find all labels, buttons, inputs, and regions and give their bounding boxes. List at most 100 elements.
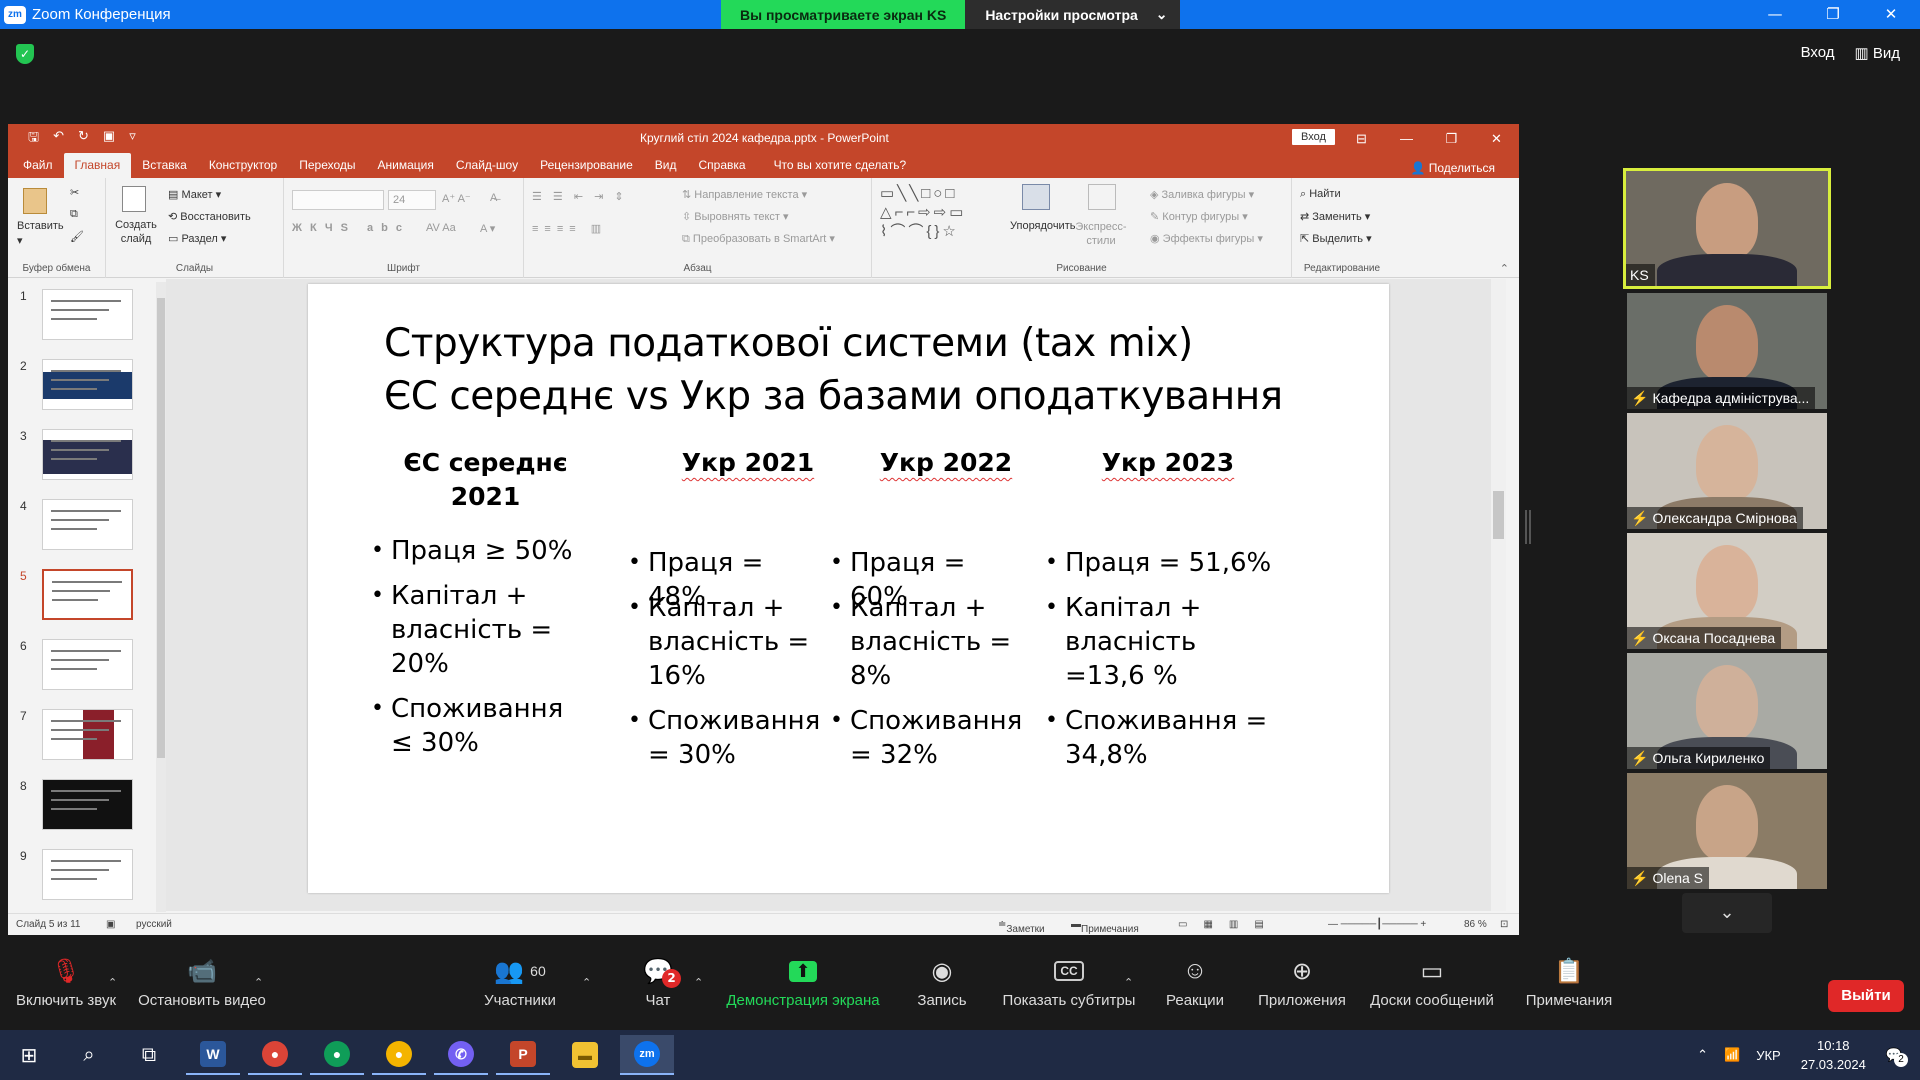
slide-thumbnail[interactable] [42,569,133,620]
restore-icon[interactable]: ❐ [1804,0,1862,29]
leave-meeting-button[interactable]: Выйти [1828,980,1904,1012]
tray-chevron-icon[interactable]: ⌃ [1697,1047,1708,1063]
replace-button[interactable]: ⇄ Заменить ▾ [1300,210,1370,223]
shape-outline-button[interactable]: ✎ Контур фигуры ▾ [1150,210,1248,223]
audio-options-chevron-icon[interactable]: ⌃ [108,976,117,989]
ppt-restore-icon[interactable]: ❐ [1429,124,1474,153]
captions-button[interactable]: CC Показать субтитры [1000,950,1138,1009]
zoom-percent[interactable]: 86 % [1464,919,1487,930]
powerpoint-app-icon[interactable]: P [496,1035,550,1075]
stop-video-button[interactable]: 📹 Остановить видео [136,950,268,1010]
char-spacing-icon[interactable]: AV Aa [426,222,456,234]
chrome-app-icon-3[interactable]: ● [372,1035,426,1075]
ppt-close-icon[interactable]: ✕ [1474,124,1519,153]
share-screen-button[interactable]: ⬆ Демонстрация экрана [722,950,884,1009]
view-settings-button[interactable]: Настройки просмотра ⌄ [965,0,1180,29]
ppt-minimize-icon[interactable]: — [1384,124,1429,153]
redo-icon[interactable]: ↻ [78,128,89,150]
copy-icon[interactable]: ⧉ [70,208,78,221]
ribbon-tab[interactable]: Главная [63,153,132,178]
spellcheck-icon[interactable]: ▣ [106,919,115,930]
security-shield-icon[interactable]: ✓ [16,44,34,64]
apps-button[interactable]: ⊕ Приложения [1254,950,1350,1010]
clear-format-icon[interactable]: A̶ [490,192,497,204]
section-button[interactable]: ▭ Раздел ▾ [168,232,226,245]
thumbnail-scroll-handle[interactable] [157,298,165,758]
slide-scrollbar[interactable] [1491,279,1506,911]
font-name-input[interactable] [292,190,384,210]
collapse-ribbon-icon[interactable]: ⌃ [1500,262,1509,275]
clock[interactable]: 10:18 27.03.2024 [1801,1036,1866,1074]
save-icon[interactable]: 🖫 [28,128,39,150]
captions-options-chevron-icon[interactable]: ⌃ [1124,976,1133,989]
slide-scroll-handle[interactable] [1493,491,1504,539]
ppt-login-button[interactable]: Вход [1292,129,1335,145]
participants-button[interactable]: 👥 60 Участники [470,950,570,1010]
paste-icon[interactable] [23,188,47,214]
text-direction-button[interactable]: ⇅ Направление текста ▾ [682,188,807,201]
new-slide-icon[interactable] [122,186,146,212]
arrange-icon[interactable] [1022,184,1050,210]
wifi-icon[interactable]: 📶 [1724,1047,1740,1063]
fit-slide-icon[interactable]: ⊡ [1500,919,1508,930]
comments-button[interactable]: ▬ Примечания [1071,919,1139,935]
participant-tile[interactable]: ⚡ Оксана Посаднева [1627,533,1827,649]
thumbnail-scrollbar[interactable] [156,282,166,912]
panel-resize-handle[interactable] [1525,510,1531,544]
participant-tile[interactable]: ⚡ Ольга Кириленко [1627,653,1827,769]
font-style-icons[interactable]: ЖКЧS abc [292,222,410,234]
shapes-gallery[interactable]: ▭╲╲□○□ △⌐⌐⇨⇨▭ ⌇⌒⌒{}☆ [880,184,1002,240]
zoom-view-button[interactable]: ▥ Вид [1855,44,1900,62]
ribbon-tab[interactable]: Рецензирование [529,158,644,178]
reset-button[interactable]: ⟲ Восстановить [168,210,251,223]
slide-thumbnail[interactable] [42,499,133,550]
list-icons[interactable]: ☰ ☰ ⇤ ⇥ ⇕ [532,190,628,203]
column-eu-2021[interactable]: ЄС середнє 2021 [403,446,568,514]
ribbon-tab[interactable]: Файл [12,158,64,178]
participant-tile[interactable]: ⚡ Олександра Смірнова [1627,413,1827,529]
ribbon-display-icon[interactable]: ⊟ [1339,124,1384,153]
slide-thumbnail[interactable] [42,359,133,410]
paste-chevron-icon[interactable]: ▾ [17,234,23,247]
paste-button[interactable]: Вставить [17,220,64,232]
chat-options-chevron-icon[interactable]: ⌃ [694,976,703,989]
select-button[interactable]: ⇱ Выделить ▾ [1300,232,1372,245]
font-color-icon[interactable]: A ▾ [480,222,495,235]
search-icon[interactable]: ⌕ [62,1035,116,1075]
ribbon-tab[interactable]: Справка [687,158,756,178]
minimize-icon[interactable]: — [1746,0,1804,29]
slide-thumbnail[interactable] [42,849,133,900]
language-indicator-tray[interactable]: УКР [1756,1048,1781,1063]
reactions-button[interactable]: ☺ Реакции [1162,950,1228,1009]
chrome-app-icon[interactable]: ● [248,1035,302,1075]
ribbon-tab[interactable]: Переходы [288,158,366,178]
zoom-slider[interactable]: — ─────┃───── + [1328,919,1426,930]
current-slide[interactable]: Структура податкової системи (tax mix) Є… [308,284,1389,893]
more-participants-chevron-icon[interactable]: ⌄ [1682,893,1772,933]
quick-styles-icon[interactable] [1088,184,1116,210]
slide-thumbnail[interactable] [42,709,133,760]
slide-thumbnail[interactable] [42,639,133,690]
close-icon[interactable]: ✕ [1862,0,1920,29]
qat-more-icon[interactable]: ▿ [129,128,136,150]
word-app-icon[interactable]: W [186,1035,240,1075]
unmute-button[interactable]: 🎙 Включить звук [8,950,124,1010]
ribbon-tab[interactable]: Слайд-шоу [445,158,529,178]
zoom-app-icon[interactable]: zm [620,1035,674,1075]
arrange-button[interactable]: Упорядочить [1010,220,1075,232]
layout-button[interactable]: ▤ Макет ▾ [168,188,221,201]
windows-start-icon[interactable]: ⊞ [2,1035,56,1075]
cut-icon[interactable]: ✂ [70,186,79,199]
file-explorer-icon[interactable]: ▬ [558,1035,612,1075]
zoom-login-button[interactable]: Вход [1801,44,1835,62]
find-button[interactable]: ⌕ Найти [1300,188,1341,201]
participant-tile[interactable]: KS [1623,168,1831,289]
slide-thumbnail[interactable] [42,779,133,830]
ribbon-tab[interactable]: Вставка [131,158,198,178]
format-painter-icon[interactable]: 🖌 [70,230,84,243]
present-icon[interactable]: ▣ [103,128,115,150]
slide-thumbnail[interactable] [42,289,133,340]
shape-effects-button[interactable]: ◉ Эффекты фигуры ▾ [1150,232,1263,245]
notes-toolbar-button[interactable]: 📋 Примечания [1520,950,1618,1010]
new-slide-button[interactable]: Создать слайд [114,218,158,246]
